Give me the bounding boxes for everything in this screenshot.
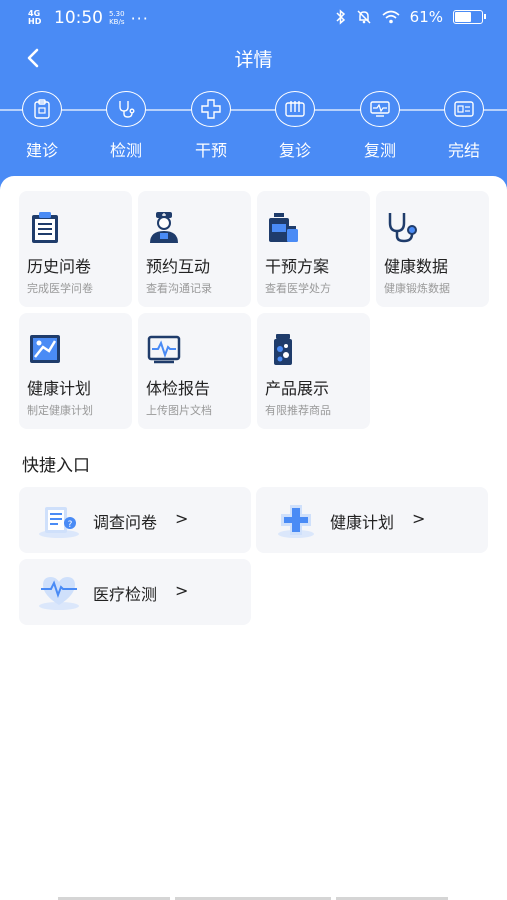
tile-subtitle: 上传图片文档 <box>146 404 212 417</box>
step-label: 完结 <box>447 141 480 160</box>
step-label: 检测 <box>109 141 142 160</box>
quick-label: 健康计划 <box>330 513 395 532</box>
tile-title: 干预方案 <box>265 257 330 276</box>
tile-health-plan[interactable]: 健康计划 制定健康计划 <box>19 313 132 429</box>
id-card-icon <box>444 91 484 127</box>
quick-label: 调查问卷 <box>93 513 158 532</box>
nav-bar: 详情 <box>0 40 507 76</box>
more-notifications-icon: ··· <box>130 8 149 28</box>
tile-subtitle: 制定健康计划 <box>27 404 93 417</box>
step-label: 复测 <box>363 141 396 160</box>
tile-subtitle: 查看医学处方 <box>265 282 331 295</box>
step-intervention[interactable]: 干预 <box>181 91 241 161</box>
tile-title: 体检报告 <box>146 379 211 398</box>
net-speed-unit: KB/s <box>109 18 125 26</box>
step-label: 复诊 <box>278 141 311 160</box>
medicine-icon <box>269 213 298 242</box>
quick-access-title: 快捷入口 <box>22 456 90 476</box>
medical-cross-icon <box>191 91 231 127</box>
tile-intervention-plan[interactable]: 干预方案 查看医学处方 <box>257 191 370 307</box>
chevron-right-icon: > <box>412 509 426 528</box>
quick-medical-test[interactable]: 医疗检测 > <box>19 559 251 625</box>
tile-subtitle: 健康锻炼数据 <box>384 282 450 295</box>
heart-monitor-icon <box>39 577 79 610</box>
pill-bottle-icon <box>274 334 292 365</box>
progress-line <box>0 109 507 111</box>
quick-label: 医疗检测 <box>93 585 158 604</box>
svg-text:?: ? <box>68 520 73 530</box>
mute-bell-icon <box>357 10 371 24</box>
tile-exam-report[interactable]: 体检报告 上传图片文档 <box>138 313 251 429</box>
tile-title: 健康计划 <box>27 379 92 398</box>
net-speed-value: 5.30 <box>109 10 125 18</box>
stethoscope-icon <box>388 213 417 243</box>
step-retest[interactable]: 复测 <box>350 91 410 161</box>
tile-history-questionnaire[interactable]: 历史问卷 完成医学问卷 <box>19 191 132 307</box>
chevron-right-icon: > <box>175 509 189 528</box>
battery-percent: 61% <box>409 8 443 26</box>
questionnaire-icon <box>32 212 58 243</box>
tile-subtitle: 查看沟通记录 <box>146 282 212 295</box>
step-label: 建诊 <box>25 141 58 160</box>
step-revisit[interactable]: 复诊 <box>265 91 325 161</box>
page-title: 详情 <box>234 49 273 71</box>
clipboard-icon <box>22 91 62 127</box>
survey-icon: ? <box>39 507 79 538</box>
step-diagnosis[interactable]: 建诊 <box>12 91 72 161</box>
ecg-report-icon <box>147 335 181 364</box>
monitor-icon <box>360 91 400 127</box>
stethoscope-icon <box>106 91 146 127</box>
quick-health-plan[interactable]: 健康计划 > <box>256 487 488 553</box>
doctor-icon <box>150 212 178 243</box>
tile-title: 产品展示 <box>265 379 330 398</box>
calendar-icon <box>275 91 315 127</box>
chevron-right-icon: > <box>175 581 189 600</box>
tile-health-data[interactable]: 健康数据 健康锻炼数据 <box>376 191 489 307</box>
fitness-icon <box>30 335 60 363</box>
battery-icon <box>453 10 486 24</box>
step-test[interactable]: 检测 <box>96 91 156 161</box>
health-cross-icon <box>278 505 314 538</box>
step-label: 干预 <box>194 141 227 160</box>
status-time: 10:50 <box>54 8 103 28</box>
tile-subtitle: 完成医学问卷 <box>27 282 93 295</box>
status-bar: 4G HD 10:50 5.30 KB/s ··· 61% <box>0 0 507 34</box>
bluetooth-icon <box>336 9 345 25</box>
tile-title: 预约互动 <box>146 257 211 276</box>
wifi-icon <box>382 10 400 24</box>
tile-product-display[interactable]: 产品展示 有限推荐商品 <box>257 313 370 429</box>
tile-title: 健康数据 <box>384 257 449 276</box>
header: 4G HD 10:50 5.30 KB/s ··· 61% 详情 建诊 检测 干… <box>0 0 507 200</box>
step-complete[interactable]: 完结 <box>434 91 494 161</box>
tile-appointment[interactable]: 预约互动 查看沟通记录 <box>138 191 251 307</box>
quick-survey[interactable]: ? 调查问卷 > <box>19 487 251 553</box>
signal-indicator: 4G HD <box>28 9 42 26</box>
tile-subtitle: 有限推荐商品 <box>265 404 331 417</box>
net-speed: 5.30 KB/s <box>109 10 125 26</box>
tile-title: 历史问卷 <box>27 257 92 276</box>
